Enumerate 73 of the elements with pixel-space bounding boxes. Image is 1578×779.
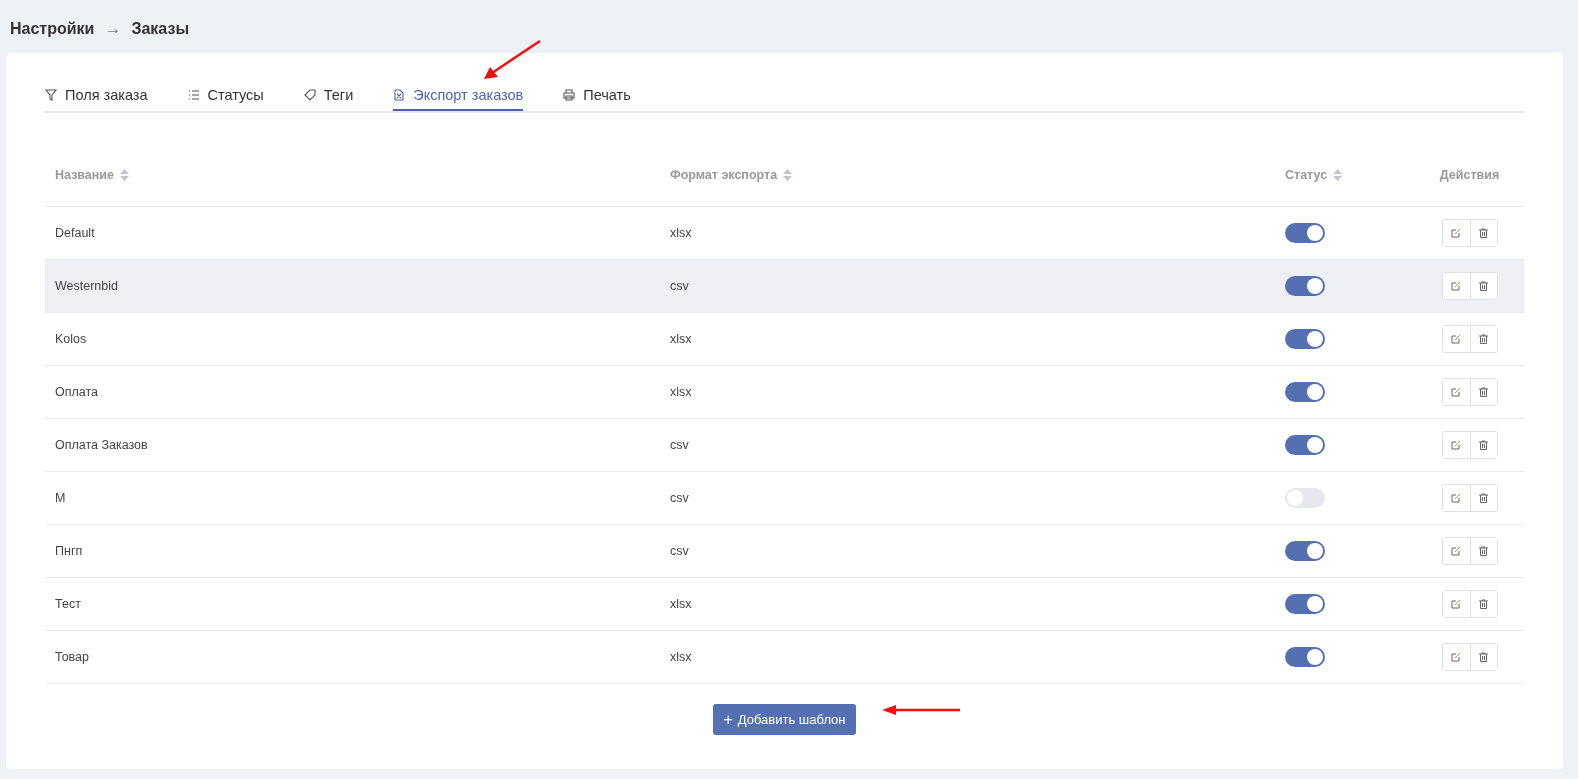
column-header: Действия (1439, 168, 1500, 182)
sort-icon (1333, 169, 1343, 181)
breadcrumb-separator: → (104, 18, 122, 39)
table-cell-text: Товар (55, 650, 90, 664)
status-toggle[interactable] (1285, 329, 1325, 349)
breadcrumb-current: Заказы (131, 19, 190, 38)
table-cell-text: xlsx (670, 650, 693, 664)
table-cell-text: csv (670, 279, 690, 293)
tab[interactable]: Экспорт заказов (393, 80, 524, 111)
table-cell-text: xlsx (670, 597, 693, 611)
delete-button[interactable] (1469, 432, 1497, 458)
sort-icon (120, 169, 129, 181)
table-cell-text: xlsx (670, 385, 693, 399)
edit-icon (1451, 228, 1461, 238)
delete-button[interactable] (1469, 220, 1497, 246)
file-icon (393, 88, 406, 101)
sort-icon (783, 169, 793, 181)
add-template-button[interactable]: + Добавить шаблон (713, 704, 856, 735)
printer-icon (563, 88, 576, 101)
edit-icon (1451, 652, 1461, 662)
status-toggle[interactable] (1285, 435, 1325, 455)
breadcrumb-link[interactable]: Настройки (10, 19, 95, 38)
trash-icon (1479, 334, 1488, 344)
delete-button[interactable] (1469, 326, 1497, 352)
status-toggle[interactable] (1285, 647, 1325, 667)
table-cell-text: Оплата Заказов (55, 438, 149, 452)
delete-button[interactable] (1469, 538, 1497, 564)
status-toggle[interactable] (1285, 382, 1325, 402)
table-cell-text: M (55, 491, 67, 505)
edit-icon (1451, 334, 1461, 344)
tab[interactable]: Печать (563, 80, 631, 111)
tab[interactable]: Поля заказа (45, 80, 148, 111)
edit-icon (1451, 440, 1461, 450)
table-cell-text: Оплата (55, 385, 99, 399)
edit-icon (1451, 493, 1461, 503)
trash-icon (1479, 652, 1488, 662)
tab[interactable]: Статусы (187, 80, 264, 111)
trash-icon (1479, 546, 1488, 556)
table-cell-text: xlsx (670, 332, 693, 346)
list-icon (187, 88, 200, 101)
status-toggle[interactable] (1285, 223, 1325, 243)
tab[interactable]: Теги (303, 80, 354, 111)
edit-icon (1451, 546, 1461, 556)
delete-button[interactable] (1469, 485, 1497, 511)
trash-icon (1479, 599, 1488, 609)
table-cell-text: xlsx (670, 226, 693, 240)
table-cell-text: Тест (55, 597, 82, 611)
delete-button[interactable] (1469, 379, 1497, 405)
trash-icon (1479, 493, 1488, 503)
table-cell-text: Kolos (55, 332, 88, 346)
delete-button[interactable] (1469, 591, 1497, 617)
table-cell-text: Default (55, 226, 96, 240)
annotation-arrow (484, 40, 542, 80)
table-cell-text: csv (670, 544, 690, 558)
status-toggle[interactable] (1285, 541, 1325, 561)
filter-icon (45, 88, 57, 101)
status-toggle[interactable] (1285, 276, 1325, 296)
trash-icon (1479, 228, 1488, 238)
table-cell-text: csv (670, 491, 690, 505)
trash-icon (1479, 440, 1488, 450)
delete-button[interactable] (1469, 644, 1497, 670)
status-toggle[interactable] (1285, 488, 1325, 508)
edit-icon (1451, 281, 1461, 291)
status-toggle[interactable] (1285, 594, 1325, 614)
trash-icon (1479, 281, 1488, 291)
delete-button[interactable] (1469, 273, 1497, 299)
tag-icon (303, 88, 316, 101)
trash-icon (1479, 387, 1488, 397)
table-cell-text: Пнгп (55, 544, 84, 558)
table-cell-text: csv (670, 438, 690, 452)
edit-icon (1451, 387, 1461, 397)
edit-icon (1451, 599, 1461, 609)
table-cell-text: Westernbid (55, 279, 119, 293)
